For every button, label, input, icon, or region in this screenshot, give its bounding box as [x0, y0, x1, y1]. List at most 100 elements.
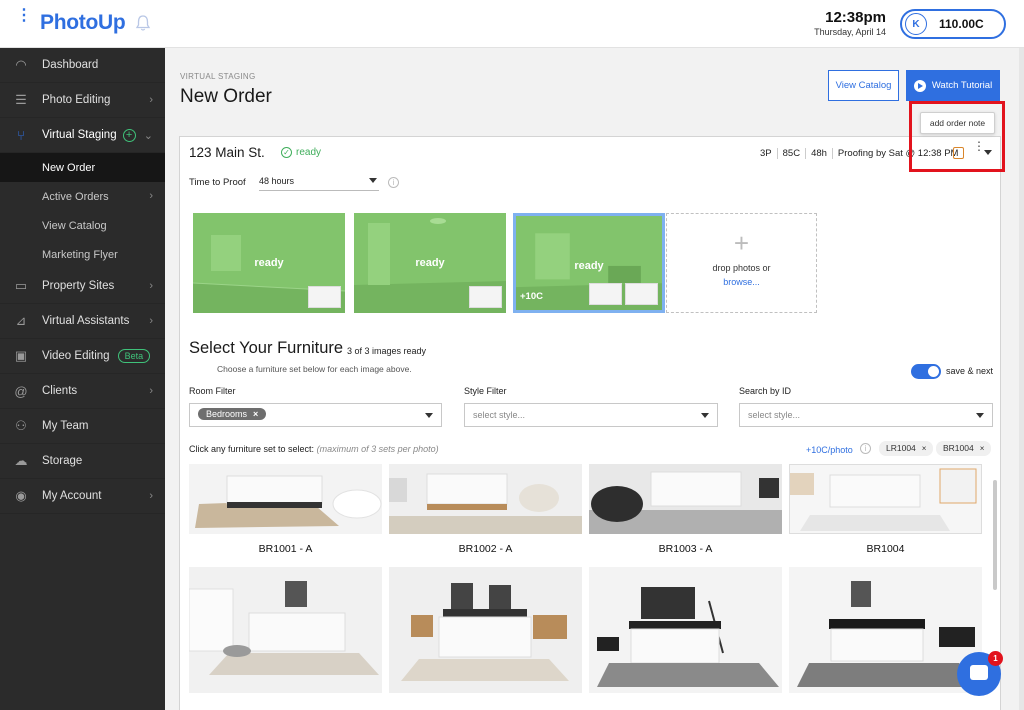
room-filter-label: Room Filter: [189, 386, 236, 396]
furniture-set-name: BR1004: [866, 543, 905, 555]
furniture-list-scrollbar[interactable]: [993, 480, 997, 590]
time-to-proof-label: Time to Proof: [189, 177, 246, 188]
image-status: ready: [415, 257, 445, 269]
chevron-right-icon: ›: [149, 94, 153, 106]
watch-tutorial-button[interactable]: Watch Tutorial: [906, 70, 1000, 101]
order-cost: 85C: [782, 148, 801, 159]
sidebar-item-virtual-staging[interactable]: ⑂ Virtual Staging + ⌄: [0, 118, 165, 153]
sidebar-item-my-account[interactable]: ◉ My Account ›: [0, 479, 165, 514]
time-to-proof-select[interactable]: 48 hours: [259, 173, 379, 191]
style-filter-label: Style Filter: [464, 386, 507, 396]
chevron-right-icon: ›: [149, 190, 153, 202]
photo-dropzone[interactable]: + drop photos or browse...: [666, 213, 817, 313]
hint-text: Click any furniture set to select:: [189, 444, 315, 454]
top-bar: ⋮ PhotoUp 12:38pm Thursday, April 14 K 1…: [0, 0, 1024, 48]
chevron-right-icon: ›: [149, 280, 153, 292]
sidebar-item-clients[interactable]: @ Clients ›: [0, 374, 165, 409]
furniture-set-name: BR1002 - A: [458, 543, 513, 555]
annotation-highlight: [909, 101, 1005, 172]
sidebar-subitem-active-orders[interactable]: Active Orders ›: [0, 182, 165, 211]
furniture-preview: [625, 283, 658, 305]
images-ready-count: 3 of 3 images ready: [347, 346, 427, 356]
section-title: Select Your Furniture: [189, 339, 344, 357]
room-filter-chip[interactable]: Bedrooms ×: [198, 408, 267, 420]
search-id-placeholder: select style...: [748, 410, 801, 420]
current-time: 12:38pm: [825, 9, 886, 26]
sliders-icon: ☰: [15, 92, 27, 107]
chevron-down-icon: [369, 178, 377, 183]
hint-note: (maximum of 3 sets per photo): [316, 444, 439, 454]
sidebar-item-virtual-assistants[interactable]: ⊿ Virtual Assistants ›: [0, 304, 165, 339]
furniture-set-br2002[interactable]: [789, 567, 982, 693]
page-scrollbar[interactable]: [1019, 48, 1024, 710]
check-icon: ✓: [281, 147, 292, 158]
chevron-down-icon: [976, 413, 984, 418]
sidebar-item-property-sites[interactable]: ▭ Property Sites ›: [0, 269, 165, 304]
sidebar-subitem-marketing-flyer[interactable]: Marketing Flyer: [0, 240, 165, 269]
main-content: VIRTUAL STAGING New Order View Catalog W…: [165, 48, 1019, 710]
furniture-set-br1006[interactable]: [389, 567, 582, 693]
furniture-set-br1001[interactable]: [189, 464, 382, 534]
browse-link[interactable]: browse...: [667, 277, 816, 287]
furniture-photo: [790, 465, 981, 533]
time-to-proof-value: 48 hours: [259, 176, 295, 186]
info-icon[interactable]: i: [388, 177, 399, 188]
watch-tutorial-label: Watch Tutorial: [931, 80, 993, 91]
uploaded-image-1[interactable]: ready: [193, 213, 345, 313]
save-next-toggle[interactable]: [911, 364, 941, 379]
furniture-photo: [589, 567, 782, 693]
selected-set-chip[interactable]: LR1004 ×: [879, 441, 934, 456]
image-status: ready: [254, 257, 284, 269]
app-menu-icon[interactable]: ⋮: [16, 8, 32, 24]
furniture-set-br1003[interactable]: [589, 464, 782, 534]
search-id-select[interactable]: select style...: [739, 403, 993, 427]
order-card: 123 Main St. ✓ ready 3P 85C 48h Proofing…: [179, 136, 1001, 710]
sidebar-subitem-new-order[interactable]: New Order: [0, 153, 165, 182]
avatar: K: [905, 13, 927, 35]
close-icon[interactable]: ×: [922, 444, 927, 453]
furniture-preview: [469, 286, 502, 308]
account-icon: ◉: [15, 488, 27, 503]
chevron-down-icon: [701, 413, 709, 418]
uploaded-image-2[interactable]: ready: [354, 213, 506, 313]
chevron-right-icon: ›: [149, 385, 153, 397]
furniture-photo: [389, 567, 582, 693]
cloud-icon: ☁: [14, 453, 28, 468]
plus-icon[interactable]: +: [122, 128, 136, 142]
furniture-set-br1002[interactable]: [389, 464, 582, 534]
sidebar-item-dashboard[interactable]: ◠ Dashboard: [0, 48, 165, 83]
selected-set-chip[interactable]: BR1004 ×: [936, 441, 992, 456]
style-filter-select[interactable]: select style...: [464, 403, 718, 427]
room-filter-select[interactable]: Bedrooms ×: [189, 403, 442, 427]
play-icon: [913, 79, 926, 92]
plus-icon: +: [733, 228, 750, 258]
sidebar-subitem-view-catalog[interactable]: View Catalog: [0, 211, 165, 240]
furniture-photo: [389, 464, 582, 534]
video-icon: ▣: [14, 348, 28, 363]
sidebar-item-label: My Team: [42, 420, 89, 432]
search-id-label: Search by ID: [739, 386, 792, 396]
furniture-set-br2001[interactable]: [589, 567, 782, 693]
chat-notification-badge: 1: [988, 651, 1003, 666]
furniture-preview: [589, 283, 622, 305]
sidebar-item-label: Virtual Assistants: [42, 315, 130, 327]
at-icon: @: [14, 383, 28, 399]
beta-badge: Beta: [117, 349, 151, 363]
clock: 12:38pm Thursday, April 14: [814, 9, 886, 37]
sidebar-item-storage[interactable]: ☁ Storage: [0, 444, 165, 479]
close-icon[interactable]: ×: [980, 444, 985, 453]
section-description: Choose a furniture set below for each im…: [217, 364, 412, 374]
uploaded-image-3[interactable]: ready +10C: [513, 213, 665, 313]
sidebar-item-my-team[interactable]: ⚇ My Team: [0, 409, 165, 444]
sidebar-item-photo-editing[interactable]: ☰ Photo Editing ›: [0, 83, 165, 118]
style-filter-placeholder: select style...: [473, 410, 526, 420]
bell-icon[interactable]: [135, 14, 151, 32]
logo[interactable]: PhotoUp: [40, 11, 126, 35]
sidebar-item-video-editing[interactable]: ▣ Video Editing Beta: [0, 339, 165, 374]
furniture-set-br1005[interactable]: [189, 567, 382, 693]
close-icon[interactable]: ×: [253, 409, 258, 419]
furniture-set-br1004[interactable]: [789, 464, 982, 534]
credit-balance[interactable]: K 110.00C: [900, 9, 1006, 39]
view-catalog-button[interactable]: View Catalog: [828, 70, 899, 101]
info-icon[interactable]: i: [860, 443, 871, 454]
